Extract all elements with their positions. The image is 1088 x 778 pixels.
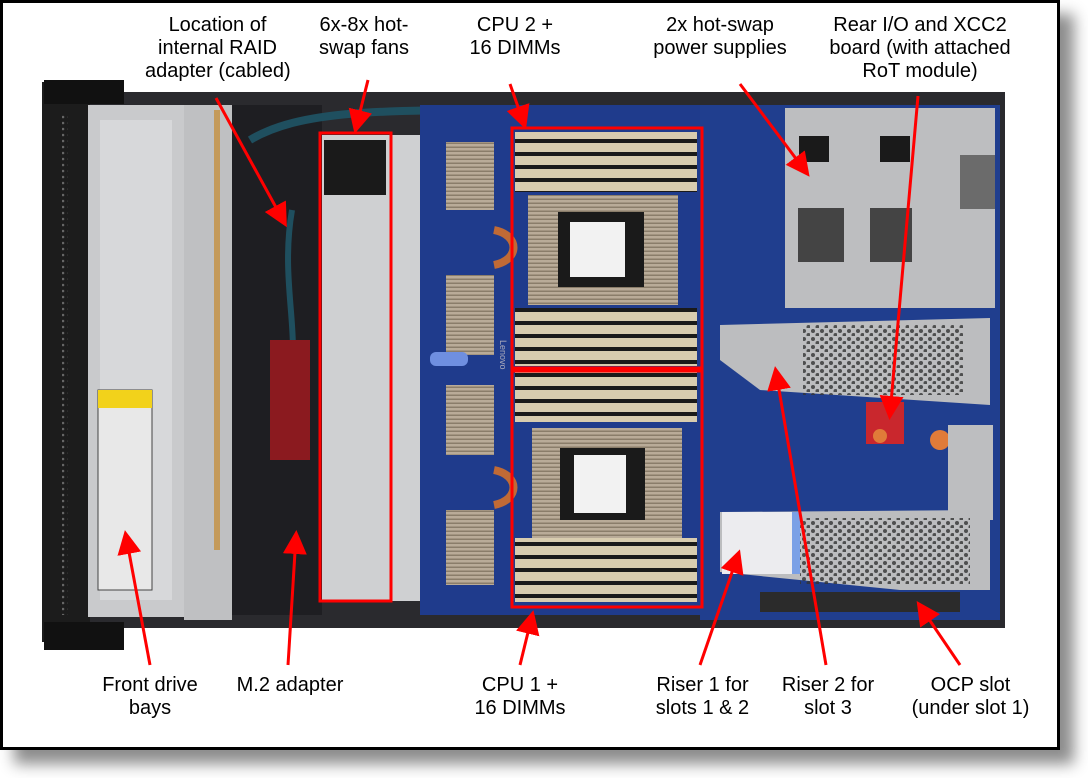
label-line: Front drive [102,674,198,696]
lever [430,352,468,366]
rack-ear-bottom [44,622,124,650]
label-riser2: Riser 2 for slot 3 [768,674,888,720]
label-cpu1: CPU 1 + 16 DIMMs [455,674,585,720]
label-raid-adapter: Location of internal RAID adapter (cable… [145,14,291,83]
label-line: 6x-8x hot- [319,14,409,36]
cpu1-label [574,455,626,513]
label-line: internal RAID [158,37,277,59]
riser1-vents [800,518,970,584]
label-line: Location of [168,14,267,36]
psu-cage-notch [960,155,995,209]
rear-io-bracket [948,425,993,520]
label-line: 2x hot-swap [666,14,774,36]
label-line: Rear I/O and XCC2 [833,14,1007,36]
cpu2-label [570,222,625,277]
vr-heatsink [446,510,494,585]
psu-cage-cutout [798,208,844,262]
rot-standoff [873,429,887,443]
label-line: adapter (cabled) [145,60,291,82]
label-line: (under slot 1) [911,697,1030,719]
label-line: Riser 1 for [656,674,749,696]
label-line: OCP slot [930,674,1011,696]
label-line: 16 DIMMs [469,37,561,59]
ocp-slot-area [760,592,960,612]
label-m2-adapter: M.2 adapter [220,674,360,697]
capacitor [930,430,950,450]
rack-ear-top [44,80,124,104]
label-line: RoT module) [862,60,978,82]
label-line: slot 3 [804,697,852,719]
vr-heatsink [446,142,494,210]
dimm-bank [515,132,697,192]
label-line: Riser 2 for [781,674,875,696]
fan-cage [322,135,434,601]
riser1-label-tab [792,512,800,574]
bezel-vents [62,115,68,615]
service-label-warning [98,390,152,408]
label-ocp-slot: OCP slot (under slot 1) [898,674,1043,720]
label-line: swap fans [318,37,410,59]
dimm-bank [515,372,697,422]
lenovo-mark: Lenovo [498,340,508,370]
service-label [97,389,153,591]
m2-adapter-board [270,340,310,460]
label-line: slots 1 & 2 [655,697,750,719]
label-front-drive-bays: Front drive bays [85,674,215,720]
label-line: power supplies [653,37,787,59]
label-line: 16 DIMMs [474,697,566,719]
label-line: CPU 2 + [476,14,554,36]
vr-heatsink [446,385,494,455]
label-fans: 6x-8x hot- swap fans [300,14,428,60]
dimm-bank [515,538,697,602]
label-line: bays [128,697,172,719]
label-cpu2: CPU 2 + 16 DIMMs [450,14,580,60]
dimm-bank [515,308,697,366]
vr-heatsink [446,275,494,355]
label-line: board (with attached [829,37,1011,59]
server-photo: Lenovo [42,79,1005,666]
label-line: M.2 adapter [236,674,344,696]
label-rear-io: Rear I/O and XCC2 board (with attached R… [815,14,1025,83]
label-line: CPU 1 + [481,674,559,696]
backplane [184,105,232,620]
fan [324,140,386,195]
psu-cage-cutout [880,136,910,162]
backplane-connector [214,110,220,550]
psu-cage-cutout [799,136,829,162]
label-power-supplies: 2x hot-swap power supplies [635,14,805,60]
label-riser1: Riser 1 for slots 1 & 2 [640,674,765,720]
riser2-vents [803,325,963,395]
